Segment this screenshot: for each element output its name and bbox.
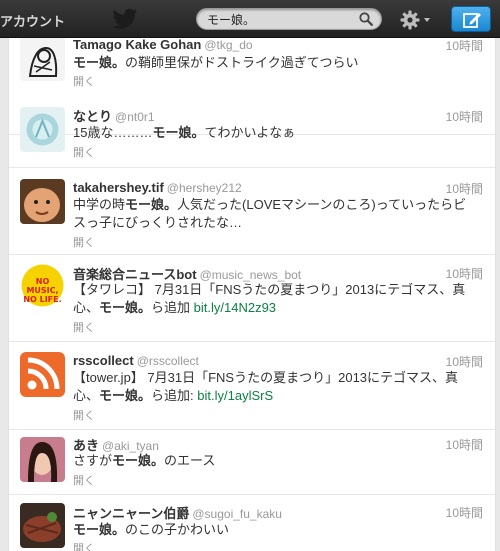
tweet-item[interactable]: あき @aki_tyan 10時間 さすがモー娘。のエース 開く [9,430,495,495]
expand-link[interactable]: 開く [73,234,95,250]
expand-link[interactable]: 開く [73,540,95,551]
twitter-bird-icon[interactable] [112,8,138,30]
compose-tweet-button[interactable] [451,6,491,32]
tweet-username[interactable]: @sugoi_fu_kaku [192,507,282,521]
tweet-timestamp[interactable]: 10時間 [446,108,483,125]
tweet-text-segment: ら追加 [151,300,194,315]
tweet-author-name[interactable]: ニャンニャーン伯爵 [73,506,189,521]
tweet-text-segment: 15歳な……… [73,125,153,140]
tweet-text-segment: 中学の時 [73,197,126,212]
tweet-item[interactable]: rsscollect @rsscollect 10時間 【tower.jp】 7月… [9,342,495,430]
avatar[interactable] [20,107,65,152]
tweet-timestamp[interactable]: 10時間 [446,353,483,370]
chevron-down-icon [424,18,430,22]
tweet-text-segment: さすが [73,453,113,468]
expand-link[interactable]: 開く [73,472,95,488]
search-term-highlight: モー娘。 [73,55,126,70]
tweet-timestamp[interactable]: 10時間 [446,38,483,54]
music-badge-text: NO MUSIC, NO LIFE. [23,277,62,304]
tweet-author-name[interactable]: Tamago Kake Gohan [73,38,201,52]
tweet-text-segment: てわかいよなぁ [204,125,296,140]
search-term-highlight: モー娘。 [152,125,205,140]
tweet-link[interactable]: bit.ly/14N2z93 [194,300,276,315]
tweet-timestamp[interactable]: 10時間 [446,436,483,453]
settings-menu-button[interactable] [399,9,435,31]
tweet-text: さすがモー娘。のエース [73,452,473,470]
tweet-text: 【タワレコ】 7月31日「FNSうたの夏まつり」2013にテゴマス、真心、モー娘… [73,281,473,317]
tweet-text-segment: の鞘師里保がドストライク過ぎてつらい [125,55,359,70]
tweet-item[interactable]: なとり @nt0r1 10時間 15歳な………モー娘。てわかいよなぁ 開く [9,98,495,168]
tweet-text: モー娘。のこの子かわいい [73,521,473,539]
expand-link[interactable]: 開く [73,144,95,160]
tweet-item[interactable]: ニャンニャーン伯爵 @sugoi_fu_kaku 10時間 モー娘。のこの子かわい… [9,495,495,551]
avatar[interactable] [20,38,65,81]
tweet-text: モー娘。の鞘師里保がドストライク過ぎてつらい [73,54,473,72]
search-term-highlight: モー娘。 [73,522,126,537]
avatar[interactable] [20,179,65,224]
tweet-author-name[interactable]: rsscollect [73,353,134,368]
top-bar: アカウント [0,0,500,38]
tweet-timestamp[interactable]: 10時間 [446,504,483,521]
tweet-author-name[interactable]: 音楽総合ニュースbot [73,267,197,282]
rss-icon[interactable] [20,352,65,397]
search-term-highlight: モー娘。 [112,453,165,468]
compose-icon [463,13,481,28]
tweet-timestamp[interactable]: 10時間 [446,180,483,197]
search-box[interactable] [196,8,382,30]
tweet-author-name[interactable]: takahershey.tif [73,180,164,195]
tweet-stream: Tamago Kake Gohan @tkg_do 10時間 モー娘。の鞘師里保が… [8,38,496,551]
search-input[interactable] [207,9,347,29]
tweet-timestamp[interactable]: 10時間 [446,265,483,282]
tweet-username[interactable]: @tkg_do [204,38,252,52]
tweet-text-segment: のこの子かわいい [125,522,230,537]
tweet-username[interactable]: @music_news_bot [200,268,302,282]
search-term-highlight: モー娘。 [99,300,152,315]
tweet-text-segment: ら追加: [151,388,198,403]
tweet-username[interactable]: @rsscollect [137,354,199,368]
tweet-username[interactable]: @aki_tyan [102,439,159,453]
tweet-author-name[interactable]: あき [73,438,99,453]
tweet-text: 【tower.jp】 7月31日「FNSうたの夏まつり」2013にテゴマス、真心… [73,369,473,405]
avatar[interactable] [20,503,65,548]
tweet-link[interactable]: bit.ly/1aylSrS [197,388,273,403]
tweet-item[interactable]: NO MUSIC, NO LIFE. 音楽総合ニュースbot @music_new… [9,255,495,342]
expand-link[interactable]: 開く [73,407,95,423]
account-label[interactable]: アカウント [0,11,65,30]
search-icon[interactable] [359,12,373,26]
search-term-highlight: モー娘。 [99,388,152,403]
tweet-item[interactable]: takahershey.tif @hershey212 10時間 中学の時モー娘。… [9,168,495,255]
tweet-author-name[interactable]: なとり [73,109,112,124]
expand-link[interactable]: 開く [73,73,95,89]
tweet-username[interactable]: @nt0r1 [115,110,155,124]
search-term-highlight: モー娘。 [125,197,178,212]
tweet-text: 中学の時モー娘。人気だった(LOVEマシーンのころ)っていったらビスっ子にびっく… [73,196,473,232]
avatar[interactable] [20,437,65,482]
tweet-username[interactable]: @hershey212 [167,181,242,195]
tweet-text: 15歳な………モー娘。てわかいよなぁ [73,124,473,142]
expand-link[interactable]: 開く [73,319,95,335]
tweet-text-segment: のエース [164,453,216,468]
